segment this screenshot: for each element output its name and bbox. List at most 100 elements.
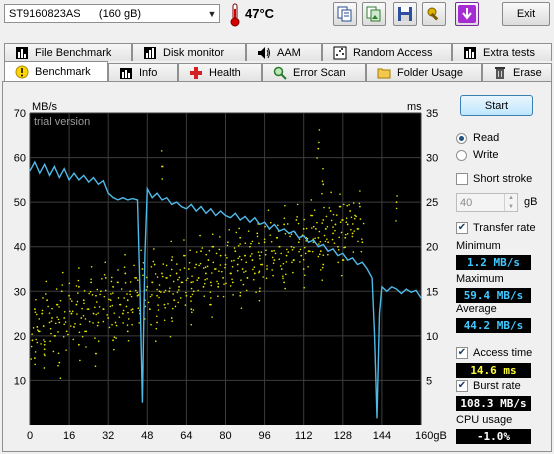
y-left-tick-label: 70	[14, 108, 26, 120]
access-time-point	[311, 250, 314, 253]
access-time-point	[212, 261, 215, 264]
access-time-point	[45, 280, 48, 283]
access-time-point	[113, 348, 115, 351]
access-time-checkbox[interactable]: ✔ Access time	[456, 347, 532, 359]
access-time-point	[303, 274, 306, 277]
access-time-point	[124, 253, 126, 256]
y-right-tick-label: 5	[426, 375, 432, 387]
y-right-tick-label: 25	[426, 197, 438, 209]
access-time-point	[79, 323, 82, 326]
access-time-point	[151, 294, 153, 296]
access-time-point	[34, 363, 36, 366]
access-time-point	[56, 303, 59, 306]
access-time-point	[343, 203, 345, 206]
access-time-point	[242, 283, 245, 286]
access-time-point	[88, 320, 91, 323]
access-time-point	[67, 333, 69, 336]
access-time-point	[136, 279, 139, 281]
access-time-point	[40, 343, 42, 345]
check-mark-icon[interactable]: ✔	[456, 222, 468, 234]
access-time-point	[57, 331, 59, 333]
access-time-point	[323, 206, 325, 209]
access-time-point	[31, 339, 34, 342]
transfer-rate-checkbox[interactable]: ✔ Transfer rate	[456, 222, 536, 234]
minimum-label: Minimum	[456, 240, 501, 252]
access-time-point	[289, 235, 291, 238]
access-time-point	[316, 157, 318, 159]
access-time-point	[279, 265, 282, 267]
access-time-point	[43, 325, 45, 327]
access-time-point	[176, 291, 179, 293]
access-time-point	[173, 299, 176, 302]
access-time-point	[161, 178, 164, 180]
access-time-point	[239, 236, 242, 239]
access-time-point	[236, 269, 239, 272]
access-time-point	[154, 273, 157, 275]
access-time-point	[338, 205, 341, 208]
access-time-point	[218, 248, 221, 251]
access-time-point	[137, 294, 140, 296]
access-time-point	[136, 291, 139, 294]
short-stroke-spinner[interactable]: 40 ▲ ▼	[456, 193, 518, 212]
average-value: 44.2 MB/s	[456, 318, 531, 333]
read-radio-dot[interactable]	[456, 132, 467, 144]
short-stroke-box[interactable]	[456, 173, 468, 185]
access-time-point	[63, 317, 66, 319]
access-time-point	[258, 271, 260, 274]
tab-benchmark[interactable]: Benchmark	[4, 61, 108, 81]
access-time-point	[188, 261, 191, 264]
y-right-tick-label: 20	[426, 242, 438, 254]
access-time-point	[116, 281, 119, 284]
tab-label: Benchmark	[35, 65, 91, 78]
access-time-point	[269, 234, 272, 236]
write-radio[interactable]: Write	[456, 149, 498, 161]
access-time-point	[133, 264, 135, 267]
access-time-point	[138, 322, 140, 324]
burst-rate-checkbox[interactable]: ✔ Burst rate	[456, 380, 521, 392]
access-time-point	[325, 228, 327, 230]
access-time-point	[339, 193, 341, 195]
spinner-arrows-icon[interactable]: ▲ ▼	[504, 194, 517, 211]
access-time-point	[322, 219, 325, 221]
access-time-point	[293, 246, 295, 249]
access-time-point	[190, 300, 192, 302]
read-radio[interactable]: Read	[456, 132, 499, 144]
access-time-point	[77, 292, 79, 294]
access-time-point	[194, 266, 196, 269]
short-stroke-checkbox[interactable]: Short stroke	[456, 173, 532, 185]
access-time-point	[284, 204, 286, 207]
access-time-point	[200, 250, 202, 253]
write-radio-dot[interactable]	[456, 149, 467, 161]
access-time-value: 14.6 ms	[456, 363, 531, 378]
access-time-point	[129, 281, 132, 283]
access-time-point	[359, 205, 361, 208]
access-time-point	[34, 351, 37, 353]
check-mark-icon[interactable]: ✔	[456, 380, 468, 392]
access-time-point	[167, 302, 169, 305]
access-time-point	[109, 305, 112, 308]
access-time-point	[174, 305, 177, 308]
access-time-point	[303, 246, 306, 249]
access-time-point	[337, 249, 340, 251]
access-time-point	[233, 259, 235, 262]
access-time-point	[94, 306, 96, 309]
average-label: Average	[456, 303, 497, 315]
access-time-point	[328, 207, 331, 209]
access-time-point	[170, 259, 173, 261]
access-time-point	[299, 261, 301, 263]
access-time-point	[113, 312, 116, 314]
access-time-point	[90, 278, 92, 281]
start-button[interactable]: Start	[460, 95, 533, 116]
check-mark-icon[interactable]: ✔	[456, 347, 468, 359]
access-time-point	[123, 266, 126, 269]
access-time-point	[282, 277, 284, 280]
access-time-point	[178, 276, 181, 279]
access-time-point	[95, 352, 97, 355]
access-time-point	[278, 245, 281, 248]
access-time-point	[205, 272, 207, 275]
access-time-point	[210, 297, 212, 299]
x-tick-label: 64	[180, 430, 192, 442]
access-time-point	[63, 310, 66, 313]
access-time-point	[51, 307, 53, 310]
access-time-point	[287, 251, 290, 253]
